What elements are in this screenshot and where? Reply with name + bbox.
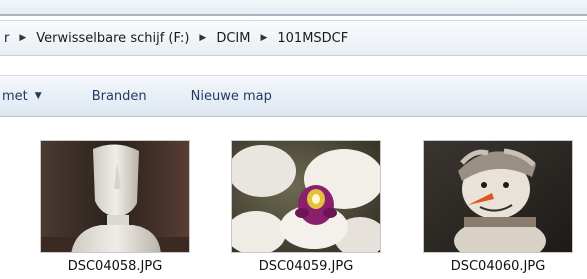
file-item[interactable]: DSC04058.JPG bbox=[40, 140, 190, 278]
organize-label: met bbox=[2, 88, 28, 104]
address-bar[interactable]: r ▶ Verwisselbare schijf (F:) ▶ DCIM ▶ 1… bbox=[0, 20, 587, 56]
window-top-strip bbox=[0, 0, 587, 16]
file-list: DSC04058.JPG DSC04059.JPG DSC04060.JPG bbox=[0, 118, 587, 279]
file-thumbnail[interactable] bbox=[231, 140, 381, 253]
file-item[interactable]: DSC04059.JPG bbox=[231, 140, 381, 278]
file-name[interactable]: DSC04060.JPG bbox=[423, 259, 573, 274]
organize-button[interactable]: met ▼ bbox=[2, 89, 42, 104]
new-folder-button[interactable]: Nieuwe map bbox=[191, 89, 272, 104]
file-thumbnail[interactable] bbox=[40, 140, 190, 253]
breadcrumb-item-current[interactable]: 101MSDCF bbox=[273, 31, 352, 46]
chevron-right-icon[interactable]: ▶ bbox=[193, 33, 212, 43]
file-name[interactable]: DSC04058.JPG bbox=[40, 259, 190, 274]
file-name[interactable]: DSC04059.JPG bbox=[231, 259, 381, 274]
breadcrumb-item-drive[interactable]: Verwisselbare schijf (F:) bbox=[32, 31, 193, 46]
snowman-figurine-photo bbox=[424, 141, 572, 252]
new-folder-label: Nieuwe map bbox=[190, 88, 272, 104]
file-thumbnail[interactable] bbox=[423, 140, 573, 253]
chevron-right-icon[interactable]: ▶ bbox=[13, 33, 32, 43]
burn-label: Branden bbox=[91, 88, 147, 104]
orchid-flower-photo bbox=[232, 141, 380, 252]
file-item[interactable]: DSC04060.JPG bbox=[423, 140, 573, 278]
breadcrumb-item-parent[interactable]: r bbox=[0, 31, 13, 46]
bust-sculpture-photo bbox=[41, 141, 189, 252]
dropdown-arrow-icon: ▼ bbox=[34, 91, 42, 101]
breadcrumb-item-dcim[interactable]: DCIM bbox=[212, 31, 254, 46]
burn-button[interactable]: Branden bbox=[92, 89, 147, 104]
command-toolbar: met ▼ Branden Nieuwe map bbox=[0, 75, 587, 117]
chevron-right-icon[interactable]: ▶ bbox=[254, 33, 273, 43]
